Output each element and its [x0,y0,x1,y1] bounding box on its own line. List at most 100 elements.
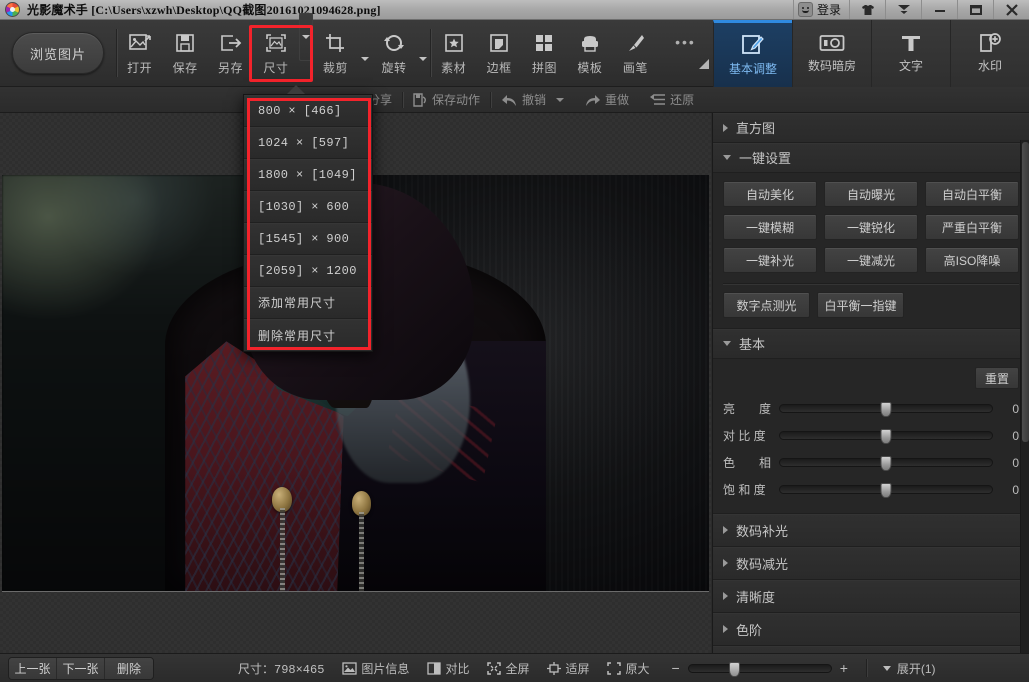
original-size-button[interactable]: 原大 [607,660,650,677]
slider-saturation[interactable]: 饱 和 度 0 [723,476,1019,503]
slider-contrast[interactable]: 对 比 度 0 [723,422,1019,449]
panel-scrollbar-thumb[interactable] [1022,142,1029,442]
toolbar-item-brush[interactable]: 画笔 [613,20,658,87]
auto-exposure-button[interactable]: 自动曝光 [824,181,918,207]
toolbar-item-rotate[interactable]: 旋转 [371,20,416,87]
toolbar-item-template[interactable]: 模板 [567,20,612,87]
compare-button[interactable]: 对比 [427,660,469,677]
menu-item-size-preset[interactable]: 1024 × [597] [244,127,372,159]
toolbar-item-frame[interactable]: 边框 [476,20,521,87]
maximize-button[interactable] [957,0,993,19]
rotate-dropdown-toggle[interactable] [417,20,430,87]
crop-dropdown-toggle[interactable] [358,20,371,87]
fullscreen-button[interactable]: 全屏 [487,660,529,677]
save-action-button[interactable]: 保存动作 [403,87,490,112]
slider-value-contrast: 0 [1012,428,1019,443]
severe-white-balance-button[interactable]: 严重白平衡 [925,214,1019,240]
slider-brightness[interactable]: 亮 度 0 [723,395,1019,422]
slider-track-saturation[interactable] [779,483,993,498]
one-click-dim-light-button[interactable]: 一键减光 [824,247,918,273]
auto-beautify-button[interactable]: 自动美化 [723,181,817,207]
expand-panel-button[interactable]: 展开(1) [882,660,936,677]
toolbar-more-button[interactable]: ••• [658,20,713,87]
section-title-basic: 基本 [739,337,766,352]
white-balance-one-key-button[interactable]: 白平衡一指键 [817,292,904,318]
close-button[interactable] [993,0,1029,19]
reset-button[interactable]: 重置 [975,367,1019,389]
fit-screen-button[interactable]: 适屏 [547,660,589,677]
minimize-button[interactable] [921,0,957,19]
section-digital-dim-light[interactable]: 数码减光 [713,547,1029,580]
one-click-fill-light-button[interactable]: 一键补光 [723,247,817,273]
slider-track-contrast[interactable] [779,429,993,444]
zoom-in-button[interactable]: + [840,660,848,676]
toolbar-item-open[interactable]: 打开 [117,20,162,87]
chevron-down-icon[interactable] [556,97,565,102]
tab-text[interactable]: 文字 [871,20,950,87]
high-iso-denoise-button[interactable]: 高ISO降噪 [925,247,1019,273]
tab-basic-adjust[interactable]: 基本调整 [713,20,792,87]
one-click-blur-button[interactable]: 一键模糊 [723,214,817,240]
menu-item-size-preset[interactable]: [2059] × 1200 [244,255,372,287]
panel-scrollbar[interactable] [1020,140,1029,653]
menu-button[interactable] [885,0,921,19]
toolbar-item-size[interactable]: 尺寸 [253,20,298,87]
tab-digital-darkroom[interactable]: 数码暗房 [792,20,871,87]
chevron-right-icon [723,559,728,567]
section-curves[interactable]: 曲线 [713,646,1029,653]
tab-watermark[interactable]: 水印 [950,20,1029,87]
toolbar-item-save[interactable]: 保存 [162,20,207,87]
login-button[interactable]: 登录 [792,0,849,19]
zoom-slider-knob[interactable] [728,661,740,677]
section-histogram[interactable]: 直方图 [713,113,1029,143]
slider-track-brightness[interactable] [779,402,993,417]
slider-knob-contrast[interactable] [880,429,892,444]
toolbar-label-frame: 边框 [486,61,512,75]
menu-item-delete-preset[interactable]: 删除常用尺寸 [244,319,372,351]
toolbar-item-save-as[interactable]: 另存 [208,20,253,87]
menu-item-size-preset[interactable]: [1030] × 600 [244,191,372,223]
toolbar-item-sticker[interactable]: 素材 [431,20,476,87]
menu-item-size-preset[interactable]: 800 × [466] [244,95,372,127]
slider-hue[interactable]: 色 相 0 [723,449,1019,476]
zoom-slider-track[interactable] [687,661,832,677]
brush-icon [625,31,645,55]
slider-knob-hue[interactable] [880,456,892,471]
app-logo-icon [5,2,20,17]
toolbar-item-crop[interactable]: 裁剪 [313,20,358,87]
digital-spot-metering-button[interactable]: 数字点测光 [723,292,810,318]
one-click-sharpen-button[interactable]: 一键锐化 [824,214,918,240]
chevron-down-icon [419,57,428,61]
zoom-control[interactable]: − + [672,660,848,677]
status-bar: 上一张 下一张 删除 尺寸：798×465 图片信息 对比 全屏 适屏 原大 −… [0,653,1029,682]
section-oneclick[interactable]: 一键设置 [713,143,1029,173]
browse-images-button[interactable]: 浏览图片 [12,32,104,74]
skin-button[interactable] [849,0,885,19]
zoom-out-button[interactable]: − [672,660,680,676]
section-basic[interactable]: 基本 [713,329,1029,359]
delete-image-button[interactable]: 删除 [105,657,153,679]
menu-item-size-preset[interactable]: 1800 × [1049] [244,159,372,191]
section-levels[interactable]: 色阶 [713,613,1029,646]
rotate-icon [383,31,405,55]
save-as-icon [220,31,242,55]
size-dropdown-toggle[interactable] [298,13,313,87]
undo-button[interactable]: 撤销 [491,87,574,112]
redo-button[interactable]: 重做 [574,87,639,112]
previous-image-button[interactable]: 上一张 [9,657,57,679]
slider-track-hue[interactable] [779,456,993,471]
menu-item-add-preset[interactable]: 添加常用尺寸 [244,287,372,319]
auto-white-balance-button[interactable]: 自动白平衡 [925,181,1019,207]
size-preset-menu[interactable]: 800 × [466] 1024 × [597] 1800 × [1049] [… [243,94,373,352]
toolbar-item-collage[interactable]: 拼图 [522,20,567,87]
slider-knob-saturation[interactable] [880,483,892,498]
browse-images-label: 浏览图片 [29,46,86,62]
section-clarity[interactable]: 清晰度 [713,580,1029,613]
next-image-button[interactable]: 下一张 [57,657,105,679]
toolbar-label-size: 尺寸 [263,61,289,75]
revert-button[interactable]: 还原 [639,87,704,112]
slider-knob-brightness[interactable] [880,402,892,417]
menu-item-size-preset[interactable]: [1545] × 900 [244,223,372,255]
section-digital-fill-light[interactable]: 数码补光 [713,514,1029,547]
image-info-button[interactable]: 图片信息 [342,660,409,677]
